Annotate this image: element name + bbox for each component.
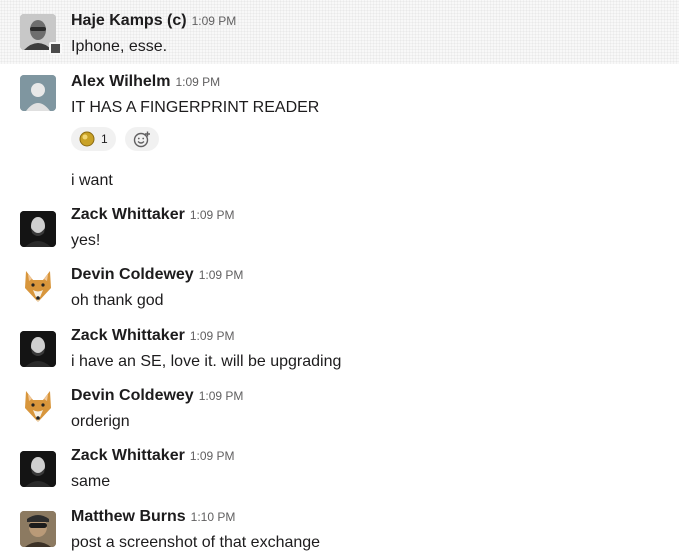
sender-name[interactable]: Matthew Burns (71, 508, 186, 525)
message-text: Iphone, esse. (71, 38, 168, 55)
avatar[interactable] (20, 268, 56, 304)
message-text: same (71, 473, 111, 490)
dog-face-avatar-icon (25, 391, 51, 422)
reaction-pill[interactable]: 1 (71, 127, 116, 151)
avatar[interactable] (20, 211, 56, 247)
dog-face-avatar-icon (25, 271, 51, 302)
sender-name[interactable]: Haje Kamps (c) (71, 12, 187, 29)
timestamp[interactable]: 1:09 PM (190, 329, 235, 343)
sender-name[interactable]: Devin Coldewey (71, 266, 194, 283)
sender-name[interactable]: Alex Wilhelm (71, 73, 170, 90)
user-photo-zack-icon (20, 451, 56, 487)
message-text: i want (71, 172, 113, 189)
message-row[interactable]: Haje Kamps (c) 1:09 PM Iphone, esse. (0, 0, 679, 64)
message-text: i have an SE, love it. will be upgrading (71, 353, 342, 370)
avatar[interactable] (20, 511, 56, 547)
user-photo-matthew-icon (20, 511, 56, 547)
avatar[interactable] (20, 451, 56, 487)
gold-coin-emoji-icon (79, 131, 95, 147)
message-text: IT HAS A FINGERPRINT READER (71, 99, 320, 116)
add-emoji-icon (133, 131, 150, 148)
timestamp[interactable]: 1:09 PM (192, 14, 237, 28)
timestamp[interactable]: 1:10 PM (191, 510, 236, 524)
user-photo-alex-icon (20, 75, 56, 111)
sender-name[interactable]: Devin Coldewey (71, 387, 194, 404)
avatar[interactable] (20, 388, 56, 424)
sender-name[interactable]: Zack Whittaker (71, 327, 185, 344)
sender-name[interactable]: Zack Whittaker (71, 447, 185, 464)
timestamp[interactable]: 1:09 PM (199, 268, 244, 282)
avatar[interactable] (20, 75, 56, 111)
status-badge (49, 42, 62, 55)
message-text: orderign (71, 413, 130, 430)
timestamp[interactable]: 1:09 PM (175, 75, 220, 89)
user-photo-zack-icon (20, 331, 56, 367)
user-photo-zack-icon (20, 211, 56, 247)
timestamp[interactable]: 1:09 PM (199, 389, 244, 403)
avatar[interactable] (20, 331, 56, 367)
timestamp[interactable]: 1:09 PM (190, 449, 235, 463)
reaction-count: 1 (101, 132, 108, 146)
sender-name[interactable]: Zack Whittaker (71, 206, 185, 223)
message-text: post a screenshot of that exchange (71, 534, 321, 551)
add-reaction-button[interactable] (125, 127, 159, 151)
message-text: yes! (71, 232, 101, 249)
message-text: oh thank god (71, 292, 164, 309)
timestamp[interactable]: 1:09 PM (190, 208, 235, 222)
